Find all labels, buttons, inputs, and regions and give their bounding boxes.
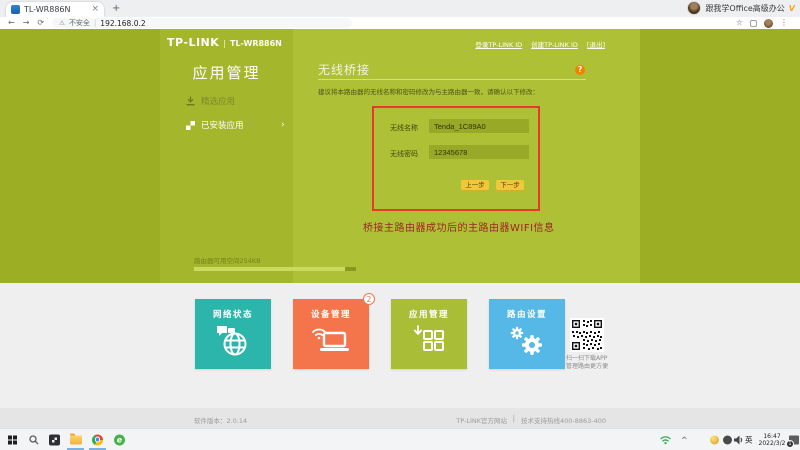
taskbar-clock[interactable]: 16:47 2022/3/2 xyxy=(755,433,789,447)
sidebar-item-label: 精选应用 xyxy=(201,95,235,107)
sidebar-item-installed-apps[interactable]: 已安装应用 xyxy=(186,119,244,131)
avatar xyxy=(687,1,701,15)
warning-icon: ⚠ xyxy=(59,19,65,27)
back-icon[interactable]: ← xyxy=(8,18,15,28)
profile-avatar[interactable] xyxy=(764,19,773,28)
download-icon xyxy=(186,96,195,106)
chevron-right-icon: › xyxy=(281,120,285,130)
next-step-button[interactable]: 下一步 xyxy=(496,180,524,191)
watermark-name: 跟我学Office高级办公 xyxy=(705,3,784,14)
volume-icon[interactable] xyxy=(734,435,744,444)
wifi-icon[interactable] xyxy=(660,435,671,444)
tab-title: TL-WR886N xyxy=(24,5,87,14)
instruction-text: 建议将本路由器的无线名称和密码修改为与主路由器一致，请确认以下修改： xyxy=(318,86,539,96)
storage-progress-bar xyxy=(194,267,356,271)
start-button[interactable] xyxy=(8,435,17,444)
browser-toolbar: ← → ⟳ ⚠ 不安全 | 192.168.0.2 ☆ ⋮ xyxy=(0,17,800,29)
apps-download-icon xyxy=(391,325,467,353)
clock-time: 16:47 xyxy=(755,433,789,440)
tile-router-settings[interactable]: 路由设置 xyxy=(489,299,565,369)
software-version: 软件版本：2.0.14 xyxy=(194,415,247,425)
forward-icon[interactable]: → xyxy=(23,18,30,28)
sidebar-item-label: 已安装应用 xyxy=(201,119,244,131)
browser-tab[interactable]: TL-WR886N × xyxy=(6,2,104,17)
login-tplink-id-link[interactable]: 登录TP-LINK ID xyxy=(475,39,522,49)
tplink-favicon xyxy=(11,5,20,14)
security-label[interactable]: 不安全 xyxy=(69,18,90,28)
tile-device-management[interactable]: 2 设备管理 xyxy=(293,299,369,369)
profile-watermark: 跟我学Office高级办公 V xyxy=(687,1,795,15)
password-label: 无线密码 xyxy=(390,149,418,159)
clock-date: 2022/3/2 xyxy=(755,440,789,447)
brand-text: TP-LINK xyxy=(167,36,219,49)
tile-label: 设备管理 xyxy=(293,308,369,320)
windows-taskbar: e ^ 英 16:47 2022/3/2 1 xyxy=(0,428,800,450)
sidebar-item-featured-apps[interactable]: 精选应用 xyxy=(186,95,235,107)
notification-badge: 1 xyxy=(786,440,794,448)
search-icon[interactable] xyxy=(29,435,39,445)
chrome-icon[interactable] xyxy=(92,434,103,445)
tile-label: 应用管理 xyxy=(391,308,467,320)
taskbar-app-icon[interactable] xyxy=(49,434,60,445)
annotation-text: 桥接主路由器成功后的主路由器WIFI信息 xyxy=(363,219,555,234)
qr-caption: 扫一扫下载APP 管理路由更方便 xyxy=(566,355,608,371)
official-site-link[interactable]: TP-LINK官方网站 xyxy=(456,415,507,425)
extensions-icon[interactable] xyxy=(750,20,757,27)
address-separator: | xyxy=(94,19,96,27)
logo-divider: | xyxy=(223,39,226,48)
tab-close-icon[interactable]: × xyxy=(91,5,99,14)
apps-grid-icon xyxy=(186,121,195,130)
page-footer: 软件版本：2.0.14 TP-LINK官方网站 │ 技术支持热线400-8863… xyxy=(0,408,800,428)
storage-progress-fill xyxy=(194,267,345,271)
address-bar[interactable]: ⚠ 不安全 | 192.168.0.2 xyxy=(52,18,352,28)
sidebar-title: 应用管理 xyxy=(160,62,293,83)
qr-code xyxy=(570,318,604,352)
browser-e-icon[interactable]: e xyxy=(114,434,125,445)
password-input[interactable] xyxy=(429,145,529,159)
help-icon[interactable]: ? xyxy=(575,65,585,75)
toolbar-right-cluster: ☆ ⋮ xyxy=(736,18,792,28)
logout-link[interactable]: [退出] xyxy=(587,39,605,49)
create-tplink-id-link[interactable]: 创建TP-LINK ID xyxy=(531,39,578,49)
page-title: 无线桥接 xyxy=(318,61,370,78)
footer-divider: │ xyxy=(512,415,516,425)
watermark-vip-badge: V xyxy=(789,4,795,13)
tile-app-management[interactable]: 应用管理 xyxy=(391,299,467,369)
device-count-badge: 2 xyxy=(363,293,375,305)
footer-right: TP-LINK官方网站 │ 技术支持热线400-8863-400 xyxy=(470,415,606,425)
prev-step-button[interactable]: 上一步 xyxy=(461,180,489,191)
tray-network-icon[interactable] xyxy=(723,435,732,444)
browser-menu-icon[interactable]: ⋮ xyxy=(780,18,788,28)
gears-icon xyxy=(489,325,565,357)
tplink-logo: TP-LINK | TL-WR886N xyxy=(167,36,282,49)
ime-indicator[interactable]: 英 xyxy=(745,434,753,445)
model-text: TL-WR886N xyxy=(230,39,282,48)
screen: TL-WR886N × + 跟我学Office高级办公 V ← → ⟳ ⚠ 不安… xyxy=(0,0,800,450)
tile-label: 网络状态 xyxy=(195,308,271,320)
header-links: 登录TP-LINK ID 创建TP-LINK ID [退出] xyxy=(293,39,605,49)
new-tab-icon[interactable]: + xyxy=(112,3,120,14)
url-text[interactable]: 192.168.0.2 xyxy=(100,19,145,28)
title-divider xyxy=(318,79,586,80)
ssid-input[interactable] xyxy=(429,119,529,133)
router-page: TP-LINK | TL-WR886N 登录TP-LINK ID 创建TP-LI… xyxy=(0,29,800,283)
tile-network-status[interactable]: 网络状态 xyxy=(195,299,271,369)
laptop-wifi-icon xyxy=(293,325,369,354)
tray-chevron-up-icon[interactable]: ^ xyxy=(681,435,688,444)
support-hotline: 技术支持热线400-8863-400 xyxy=(521,415,606,425)
tile-label: 路由设置 xyxy=(489,308,565,320)
browser-tab-strip: TL-WR886N × + 跟我学Office高级办公 V xyxy=(0,0,800,17)
tray-app-icon[interactable] xyxy=(710,435,719,444)
globe-chat-icon xyxy=(195,325,271,357)
bottom-nav-section: 网络状态 2 设备管理 xyxy=(0,283,800,408)
bookmark-star-icon[interactable]: ☆ xyxy=(736,18,743,28)
file-explorer-icon[interactable] xyxy=(70,435,82,444)
ssid-label: 无线名称 xyxy=(390,123,418,133)
storage-text: 路由器可用空间254KB xyxy=(194,255,261,265)
refresh-icon[interactable]: ⟳ xyxy=(37,18,44,28)
